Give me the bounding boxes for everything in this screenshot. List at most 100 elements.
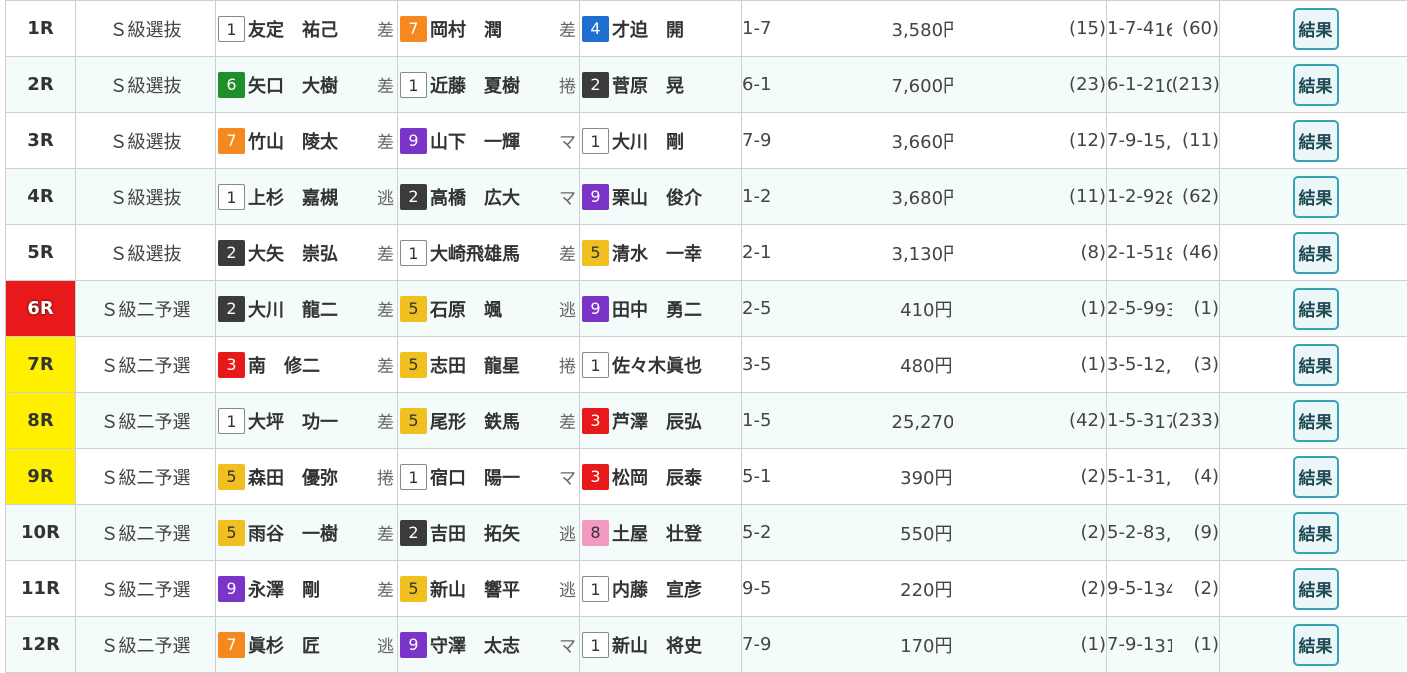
rider-first-cell: 1 上杉 嘉槻 逃 [216, 169, 398, 225]
rider-name: 栗山 俊介 [612, 184, 702, 210]
result-button[interactable]: 結果 [1293, 400, 1339, 442]
result-button-cell: 結果 [1220, 393, 1407, 449]
result-button[interactable]: 結果 [1293, 232, 1339, 274]
exacta-popularity: (1) [953, 337, 1107, 393]
frame-number-badge: 1 [218, 16, 245, 42]
trifecta-cell: 1-7-4 16,600円 [1107, 1, 1172, 57]
trifecta-combo: 7-9-1 [1107, 130, 1154, 151]
trifecta-payout: 5,660円 [1154, 128, 1171, 154]
trifecta-popularity: (1) [1172, 281, 1220, 337]
rider-second-cell: 5 志田 龍星 捲 [398, 337, 580, 393]
rider-name: 守澤 太志 [430, 632, 520, 658]
rider-first-cell: 3 南 修二 差 [216, 337, 398, 393]
trifecta-payout: 18,890円 [1154, 240, 1171, 266]
frame-number-badge: 2 [582, 72, 609, 98]
frame-number-badge: 2 [400, 184, 427, 210]
exacta-popularity: (2) [953, 505, 1107, 561]
frame-number-badge: 9 [582, 184, 609, 210]
trifecta-payout: 102,070円 [1154, 72, 1171, 98]
frame-number-badge: 9 [218, 576, 245, 602]
result-button[interactable]: 結果 [1293, 176, 1339, 218]
frame-number-badge: 5 [400, 408, 427, 434]
result-button[interactable]: 結果 [1293, 568, 1339, 610]
race-number: 5R [6, 225, 76, 281]
race-number: 2R [6, 57, 76, 113]
rider-name: 吉田 拓矢 [430, 520, 520, 546]
exacta-payout: 3,130円 [892, 225, 953, 281]
rider-second-cell: 1 宿口 陽一 マ [398, 449, 580, 505]
result-button-cell: 結果 [1220, 561, 1407, 617]
exacta-combo: 9-5 [742, 561, 892, 617]
rider-first-cell: 5 森田 優弥 捲 [216, 449, 398, 505]
race-row: 9RＳ級二予選 5 森田 優弥 捲 1 宿口 陽一 マ 3 松岡 辰泰 5-13… [6, 449, 1407, 505]
race-grade: Ｓ級選抜 [76, 169, 216, 225]
frame-number-badge: 1 [218, 408, 245, 434]
results-body: 1RＳ級選抜 1 友定 祐己 差 7 岡村 潤 差 4 才迫 開 1-73,58… [6, 1, 1407, 673]
rider-second-cell: 5 石原 颯 逃 [398, 281, 580, 337]
race-grade: Ｓ級二予選 [76, 393, 216, 449]
rider-first-cell: 6 矢口 大樹 差 [216, 57, 398, 113]
finish-technique: 捲 [550, 352, 579, 377]
race-grade: Ｓ級二予選 [76, 561, 216, 617]
trifecta-cell: 7-9-1 310円 [1107, 617, 1172, 673]
exacta-popularity: (8) [953, 225, 1107, 281]
rider-name: 菅原 晃 [612, 72, 684, 98]
result-button[interactable]: 結果 [1293, 120, 1339, 162]
rider-second-cell: 1 大崎飛雄馬 差 [398, 225, 580, 281]
finish-technique: マ [550, 464, 579, 489]
rider-second-cell: 9 山下 一輝 マ [398, 113, 580, 169]
race-row: 6RＳ級二予選 2 大川 龍二 差 5 石原 颯 逃 9 田中 勇二 2-541… [6, 281, 1407, 337]
rider-first-cell: 7 眞杉 匠 逃 [216, 617, 398, 673]
trifecta-payout: 340円 [1154, 576, 1171, 602]
race-row: 3RＳ級選抜 7 竹山 陵太 差 9 山下 一輝 マ 1 大川 剛 7-93,6… [6, 113, 1407, 169]
rider-third-cell: 1 大川 剛 [580, 113, 742, 169]
finish-technique: 差 [550, 16, 579, 41]
trifecta-combo: 5-2-8 [1107, 522, 1154, 543]
trifecta-cell: 9-5-1 340円 [1107, 561, 1172, 617]
rider-first-cell: 1 大坪 功一 差 [216, 393, 398, 449]
frame-number-badge: 8 [582, 520, 609, 546]
exacta-combo: 5-1 [742, 449, 892, 505]
rider-name: 大坪 功一 [248, 408, 338, 434]
result-button-cell: 結果 [1220, 337, 1407, 393]
trifecta-combo: 2-1-5 [1107, 242, 1154, 263]
rider-third-cell: 5 清水 一幸 [580, 225, 742, 281]
frame-number-badge: 5 [400, 352, 427, 378]
rider-third-cell: 9 田中 勇二 [580, 281, 742, 337]
rider-name: 眞杉 匠 [248, 632, 320, 658]
result-button[interactable]: 結果 [1293, 344, 1339, 386]
exacta-popularity: (2) [953, 561, 1107, 617]
result-button-cell: 結果 [1220, 617, 1407, 673]
rider-third-cell: 1 新山 将史 [580, 617, 742, 673]
race-results-table: 1RＳ級選抜 1 友定 祐己 差 7 岡村 潤 差 4 才迫 開 1-73,58… [5, 0, 1407, 673]
frame-number-badge: 2 [400, 520, 427, 546]
rider-first-cell: 7 竹山 陵太 差 [216, 113, 398, 169]
frame-number-badge: 1 [400, 464, 427, 490]
rider-name: 大川 龍二 [248, 296, 338, 322]
result-button[interactable]: 結果 [1293, 8, 1339, 50]
frame-number-badge: 1 [582, 632, 609, 658]
exacta-payout: 7,600円 [892, 57, 953, 113]
result-button[interactable]: 結果 [1293, 512, 1339, 554]
result-button[interactable]: 結果 [1293, 64, 1339, 106]
result-button[interactable]: 結果 [1293, 456, 1339, 498]
result-button-cell: 結果 [1220, 57, 1407, 113]
race-row: 2RＳ級選抜 6 矢口 大樹 差 1 近藤 夏樹 捲 2 菅原 晃 6-17,6… [6, 57, 1407, 113]
rider-second-cell: 5 新山 響平 逃 [398, 561, 580, 617]
trifecta-combo: 3-5-1 [1107, 354, 1154, 375]
rider-name: 土屋 壮登 [612, 520, 702, 546]
result-button[interactable]: 結果 [1293, 288, 1339, 330]
race-number: 7R [6, 337, 76, 393]
trifecta-cell: 2-5-9 930円 [1107, 281, 1172, 337]
exacta-popularity: (1) [953, 281, 1107, 337]
race-number: 4R [6, 169, 76, 225]
frame-number-badge: 1 [400, 72, 427, 98]
rider-name: 永澤 剛 [248, 576, 320, 602]
result-button[interactable]: 結果 [1293, 624, 1339, 666]
race-number: 6R [6, 281, 76, 337]
frame-number-badge: 7 [400, 16, 427, 42]
frame-number-badge: 5 [400, 576, 427, 602]
finish-technique: 差 [368, 128, 397, 153]
frame-number-badge: 1 [218, 184, 245, 210]
rider-second-cell: 5 尾形 鉄馬 差 [398, 393, 580, 449]
